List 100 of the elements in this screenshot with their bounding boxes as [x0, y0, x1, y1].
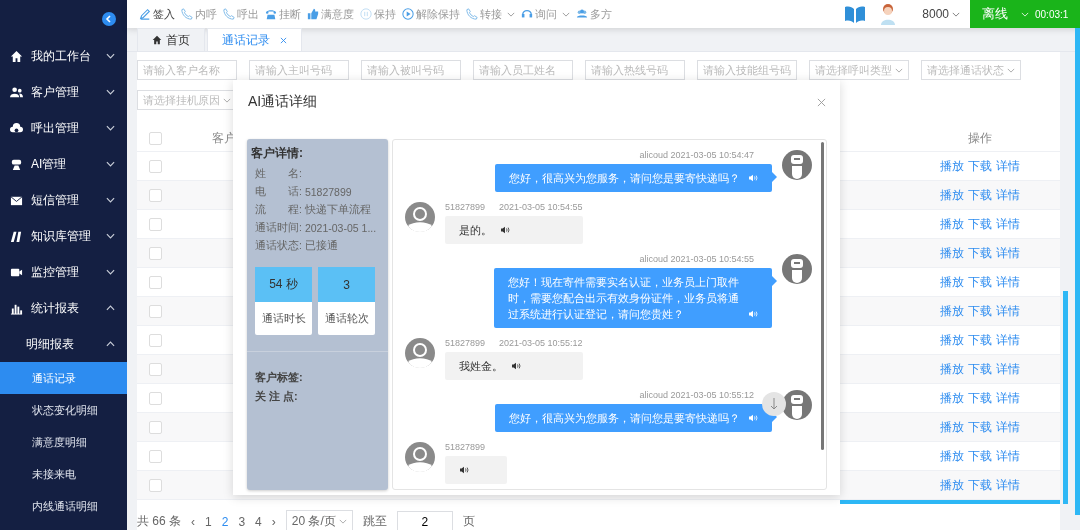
caret-icon	[223, 97, 231, 103]
close-icon[interactable]	[280, 36, 287, 44]
previous-page[interactable]: ‹	[191, 514, 195, 529]
checkbox[interactable]	[149, 333, 162, 347]
page-number[interactable]: 4	[255, 514, 262, 529]
nav-item[interactable]: 统计报表	[0, 290, 127, 326]
page-size-select[interactable]: 20 条/页	[285, 510, 353, 530]
action-link[interactable]: 播放	[940, 476, 964, 494]
action-link[interactable]: 播放	[940, 360, 964, 378]
tab[interactable]: 通话记录	[207, 28, 302, 51]
action-link[interactable]: 详情	[996, 447, 1020, 465]
field-value: 已接通	[304, 239, 338, 253]
page-input[interactable]: 2	[396, 510, 453, 530]
action-link[interactable]: 下载	[968, 186, 992, 204]
page-number[interactable]: 2	[221, 514, 229, 529]
scrollbar-thumb[interactable]	[1075, 28, 1080, 515]
scrollbar-thumb[interactable]	[1063, 291, 1068, 504]
checkbox[interactable]	[149, 275, 162, 289]
action-link[interactable]: 播放	[940, 389, 964, 407]
message-meta: alicoud 2021-03-05 10:54:55	[639, 254, 755, 264]
extension-dropdown[interactable]: 8000	[922, 7, 960, 21]
speaker-icon	[459, 466, 469, 474]
arrow-down-icon[interactable]	[762, 392, 786, 416]
nav-item[interactable]: 通话记录	[0, 362, 127, 394]
action-link[interactable]: 详情	[996, 476, 1020, 494]
action-link[interactable]: 详情	[996, 418, 1020, 436]
action-link[interactable]: 播放	[940, 157, 964, 175]
select-field[interactable]: 请选择呼叫类型	[809, 60, 909, 80]
collapse-icon[interactable]	[102, 12, 116, 26]
action-link[interactable]: 详情	[996, 273, 1020, 291]
field-value: 快递下单流程	[304, 203, 371, 217]
status-dropdown[interactable]: 离线	[982, 5, 1008, 23]
action-link[interactable]: 详情	[996, 215, 1020, 233]
action-link[interactable]: 播放	[940, 302, 964, 320]
checkbox[interactable]	[149, 304, 162, 318]
action-link[interactable]: 下载	[968, 215, 992, 233]
home-icon	[152, 35, 162, 45]
nav-item[interactable]: 内线通话明细	[0, 490, 127, 522]
nav-item[interactable]: 短信管理	[0, 182, 127, 218]
action-link[interactable]: 详情	[996, 389, 1020, 407]
page-number[interactable]: 3	[238, 514, 246, 529]
search-field[interactable]: 请输入客户名称	[137, 60, 237, 80]
speaker-icon	[500, 226, 510, 234]
nav-item[interactable]: 客户管理	[0, 74, 127, 110]
checkbox[interactable]	[149, 159, 162, 173]
next-page[interactable]: ›	[271, 514, 276, 529]
action-link[interactable]: 下载	[968, 418, 992, 436]
checkbox[interactable]	[149, 449, 162, 463]
nav-item[interactable]: 状态变化明细	[0, 394, 127, 426]
action-link[interactable]: 播放	[940, 447, 964, 465]
action-link[interactable]: 详情	[996, 302, 1020, 320]
agent-avatar[interactable]	[880, 3, 897, 25]
action-link[interactable]: 下载	[968, 244, 992, 262]
toolbar-button[interactable]: 签入	[139, 6, 175, 22]
nav-item[interactable]: 我的工作台	[0, 38, 127, 74]
checkbox[interactable]	[149, 217, 162, 231]
checkbox[interactable]	[149, 132, 162, 145]
action-link[interactable]: 详情	[996, 157, 1020, 175]
action-link[interactable]: 播放	[940, 215, 964, 233]
nav-item[interactable]: 满意度明细	[0, 426, 127, 458]
action-link[interactable]: 下载	[968, 302, 992, 320]
scrollbar-thumb[interactable]	[821, 142, 824, 450]
action-link[interactable]: 下载	[968, 447, 992, 465]
page-number[interactable]: 1	[205, 514, 212, 529]
checkbox[interactable]	[149, 478, 162, 492]
close-icon[interactable]	[817, 97, 826, 107]
action-link[interactable]: 详情	[996, 331, 1020, 349]
scrollbar-thumb[interactable]	[840, 500, 1060, 504]
nav-item[interactable]: 知识库管理	[0, 218, 127, 254]
action-link[interactable]: 播放	[940, 244, 964, 262]
caret-icon[interactable]	[1021, 11, 1029, 17]
action-link[interactable]: 详情	[996, 244, 1020, 262]
robot-avatar	[782, 150, 812, 180]
action-link[interactable]: 播放	[940, 273, 964, 291]
checkbox[interactable]	[149, 362, 162, 376]
checkbox[interactable]	[149, 391, 162, 405]
action-link[interactable]: 下载	[968, 476, 992, 494]
nav-item[interactable]: 明细报表	[0, 326, 127, 362]
nav-item[interactable]: 监控管理	[0, 254, 127, 290]
action-link[interactable]: 详情	[996, 360, 1020, 378]
action-link[interactable]: 下载	[968, 360, 992, 378]
action-link[interactable]: 下载	[968, 389, 992, 407]
nav-item[interactable]: 未接来电	[0, 458, 127, 490]
action-link[interactable]: 详情	[996, 186, 1020, 204]
tab[interactable]: 首页	[137, 28, 205, 51]
nav-item[interactable]: 呼出管理	[0, 110, 127, 146]
action-link[interactable]: 下载	[968, 331, 992, 349]
action-link[interactable]: 下载	[968, 273, 992, 291]
select-field[interactable]: 请选择通话状态	[921, 60, 1021, 80]
checkbox[interactable]	[149, 188, 162, 202]
checkbox[interactable]	[149, 246, 162, 260]
action-link[interactable]: 下载	[968, 157, 992, 175]
speaker-icon	[748, 414, 758, 422]
action-link[interactable]: 播放	[940, 418, 964, 436]
action-link[interactable]: 播放	[940, 186, 964, 204]
dialog-title: AI通话详细	[248, 93, 318, 111]
action-link[interactable]: 播放	[940, 331, 964, 349]
checkbox[interactable]	[149, 420, 162, 434]
speaker-icon	[748, 174, 758, 182]
nav-item[interactable]: AI管理	[0, 146, 127, 182]
